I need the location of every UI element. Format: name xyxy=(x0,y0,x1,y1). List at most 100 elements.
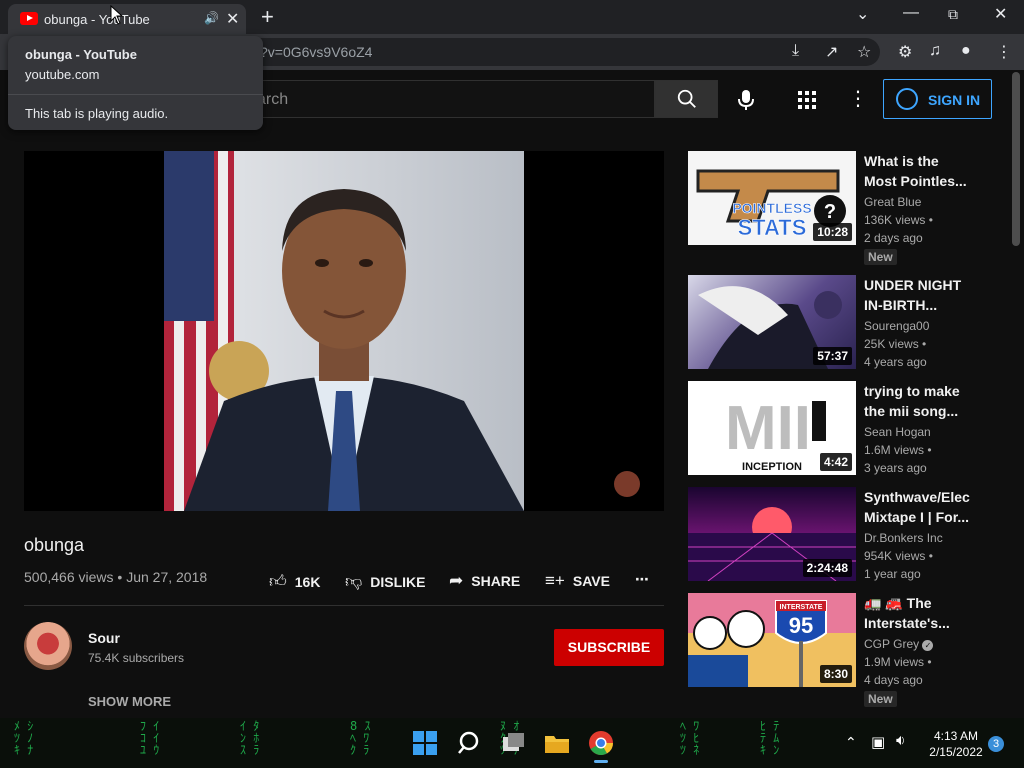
volume-icon[interactable]: 🔉︎ xyxy=(896,732,905,749)
chrome-taskbar-button[interactable] xyxy=(588,730,616,763)
settings-menu-icon[interactable]: ⋮ xyxy=(848,86,868,111)
channel-avatar[interactable] xyxy=(24,622,72,670)
show-hidden-icons-icon[interactable]: ⌃ xyxy=(845,734,857,751)
more-horizontal-icon: ⋯ xyxy=(635,571,649,587)
recommendation-item[interactable]: ? POINTLESS STATS 10:28 What is the Most … xyxy=(688,151,1008,265)
restore-icon[interactable]: ⧉ xyxy=(948,6,958,23)
video-frame xyxy=(164,151,524,511)
share-arrow-icon: ➦ xyxy=(449,571,464,590)
bookmark-star-icon[interactable]: ☆ xyxy=(857,42,871,62)
chrome-menu-icon[interactable]: ⋮ xyxy=(996,42,1012,62)
system-clock[interactable]: 4:13 AM 2/15/2022 xyxy=(926,728,986,760)
new-badge: New xyxy=(864,691,897,707)
recommendation-age: 4 days ago xyxy=(864,673,923,687)
like-button[interactable]: 👍︎ 16K xyxy=(269,571,320,592)
windows-logo-icon xyxy=(413,731,437,755)
browser-tab-strip: obunga - YouTube 🔊 ✕ + ⌄ — ⧉ ✕ xyxy=(0,0,1024,34)
share-button[interactable]: ➦ SHARE xyxy=(449,571,520,591)
new-tab-icon[interactable]: + xyxy=(261,4,274,30)
start-button[interactable] xyxy=(412,730,440,758)
divider xyxy=(24,605,664,606)
recommendation-title[interactable]: Synthwave/Elec Mixtape I | For... xyxy=(864,487,974,527)
recommendation-channel[interactable]: Sean Hogan xyxy=(864,425,931,439)
wallpaper-pattern: ﾍ ﾜ ﾂ ﾋ ﾂ ﾈ xyxy=(680,719,700,757)
close-window-icon[interactable]: ✕ xyxy=(994,4,1007,24)
media-control-icon[interactable]: ♫ xyxy=(929,42,941,60)
wallpaper-pattern: ﾌ ｲ ｺ ｲ ﾕ ｳ xyxy=(140,719,160,757)
recommendation-channel[interactable]: Great Blue xyxy=(864,195,921,209)
share-page-icon[interactable]: ↗ xyxy=(825,42,838,62)
subscribe-button[interactable]: SUBSCRIBE xyxy=(554,629,664,666)
channel-name[interactable]: Sour xyxy=(88,630,120,646)
recommendation-title[interactable]: What is the Most Pointles... xyxy=(864,151,974,191)
recommendation-channel[interactable]: CGP Grey ✓ xyxy=(864,637,934,651)
channel-watermark-icon[interactable] xyxy=(614,471,640,497)
recommendation-title[interactable]: 🚛 🚒 The Interstate's... xyxy=(864,593,974,633)
save-button[interactable]: ≡+ SAVE xyxy=(545,571,610,591)
task-view-icon xyxy=(503,733,524,751)
sign-in-label: SIGN IN xyxy=(928,92,981,108)
dislike-label: DISLIKE xyxy=(370,574,426,590)
dislike-button[interactable]: 👎︎ DISLIKE xyxy=(345,571,426,592)
clock-date: 2/15/2022 xyxy=(929,745,983,759)
recommendation-item[interactable]: 57:37 UNDER NIGHT IN-BIRTH... Sourenga00 … xyxy=(688,275,1008,375)
video-thumbnail[interactable]: ? POINTLESS STATS 10:28 xyxy=(688,151,856,245)
verified-check-icon: ✓ xyxy=(922,640,934,651)
thumbnail-text-route: 95 xyxy=(789,613,813,638)
recommendation-views: 136K views • xyxy=(864,213,933,227)
recommendation-item[interactable]: MII INCEPTION 4:42 trying to make the mii… xyxy=(688,381,1008,481)
recommendation-item[interactable]: INTERSTATE 95 8:30 🚛 🚒 The Interstate's..… xyxy=(688,593,1008,707)
notification-badge[interactable]: 3 xyxy=(988,736,1004,752)
video-duration: 57:37 xyxy=(813,347,852,365)
extensions-icon[interactable]: ⚙ xyxy=(898,42,912,62)
thumbnail-text-interstate: INTERSTATE xyxy=(780,604,823,611)
video-duration: 10:28 xyxy=(813,223,852,241)
network-icon[interactable]: ▣ xyxy=(871,733,885,751)
account-icon xyxy=(896,88,918,110)
recommendation-age: 1 year ago xyxy=(864,567,921,581)
thumbnail-text-stats: STATS xyxy=(738,215,807,240)
apps-grid-icon[interactable] xyxy=(797,90,817,110)
voice-search-button[interactable] xyxy=(728,82,764,118)
more-actions-button[interactable]: ⋯ xyxy=(635,571,649,588)
address-url: ?v=0G6vs9V6oZ4 xyxy=(260,44,373,60)
search-taskbar-button[interactable] xyxy=(456,730,484,758)
file-explorer-button[interactable] xyxy=(544,730,572,758)
recommendation-views: 25K views • xyxy=(864,337,927,351)
recommendation-channel[interactable]: Sourenga00 xyxy=(864,319,929,333)
browser-tab[interactable]: obunga - YouTube 🔊 ✕ xyxy=(8,4,246,34)
search-icon xyxy=(458,731,479,754)
recommendation-age: 3 years ago xyxy=(864,461,927,475)
recommendation-channel[interactable]: Dr.Bonkers Inc xyxy=(864,531,943,545)
speaker-icon[interactable]: 🔊 xyxy=(204,11,219,25)
video-thumbnail[interactable]: 2:24:48 xyxy=(688,487,856,581)
close-tab-icon[interactable]: ✕ xyxy=(226,9,239,29)
recommendation-title[interactable]: UNDER NIGHT IN-BIRTH... xyxy=(864,275,974,315)
folder-icon xyxy=(545,736,569,753)
profile-icon[interactable]: ● xyxy=(961,42,971,60)
sign-in-button[interactable]: SIGN IN xyxy=(883,79,992,119)
tab-title: obunga - YouTube xyxy=(44,12,150,27)
video-meta: 500,466 views • Jun 27, 2018 xyxy=(24,569,208,585)
video-thumbnail[interactable]: 57:37 xyxy=(688,275,856,369)
recommendation-views: 1.9M views • xyxy=(864,655,932,669)
recommendation-views: 954K views • xyxy=(864,549,933,563)
install-icon[interactable]: ⤓ xyxy=(792,42,799,60)
minimize-icon[interactable]: — xyxy=(903,4,919,22)
svg-text:?: ? xyxy=(824,201,836,223)
search-button[interactable] xyxy=(655,80,718,118)
clock-time: 4:13 AM xyxy=(933,729,979,743)
recommendation-item[interactable]: 2:24:48 Synthwave/Elec Mixtape I | For...… xyxy=(688,487,1008,587)
windows-taskbar: ﾒ ｼ ﾂ ﾉ ｷ ﾅ ﾌ ｲ ｺ ｲ ﾕ ｳ ｲ ﾀ ﾝ ﾎ ｽ ﾗ 8 ｽ … xyxy=(0,718,1024,768)
video-thumbnail[interactable]: INTERSTATE 95 8:30 xyxy=(688,593,856,687)
search-input[interactable]: arch xyxy=(240,80,655,118)
video-thumbnail[interactable]: MII INCEPTION 4:42 xyxy=(688,381,856,475)
video-player[interactable] xyxy=(24,151,664,511)
task-view-button[interactable] xyxy=(500,730,528,758)
search-icon xyxy=(677,89,696,108)
recommendation-title[interactable]: trying to make the mii song... xyxy=(864,381,974,421)
page-scrollbar[interactable] xyxy=(1012,72,1020,246)
tab-search-icon[interactable]: ⌄ xyxy=(856,4,869,24)
show-more-button[interactable]: SHOW MORE xyxy=(88,694,171,709)
recommendation-age: 2 days ago xyxy=(864,231,923,245)
